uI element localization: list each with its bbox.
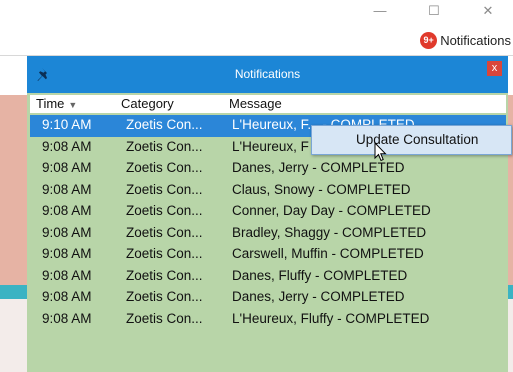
table-row[interactable]: 9:08 AM Zoetis Con... L'Heureux, Fluffy … [30, 309, 506, 331]
column-header-time[interactable]: Time ▼ [36, 96, 77, 111]
cell-category: Zoetis Con... [126, 138, 203, 154]
close-window-button[interactable]: ✕ [475, 2, 501, 20]
cell-category: Zoetis Con... [126, 160, 203, 175]
cell-time: 9:08 AM [42, 160, 92, 175]
background-panel [508, 299, 513, 372]
table-row[interactable]: 9:08 AM Zoetis Con... Danes, Fluffy - CO… [30, 266, 506, 288]
background-panel [508, 95, 513, 285]
context-menu: Update Consultation [311, 125, 512, 155]
close-popup-button[interactable]: x [487, 61, 502, 76]
table-row[interactable]: 9:08 AM Zoetis Con... Carswell, Muffin -… [30, 244, 506, 266]
cell-category: Zoetis Con... [126, 246, 203, 261]
table-row[interactable]: 9:08 AM Zoetis Con... Conner, Day Day - … [30, 201, 506, 223]
cell-time: 9:08 AM [42, 310, 92, 326]
cell-category: Zoetis Con... [126, 203, 203, 218]
maximize-button[interactable]: ☐ [421, 2, 447, 20]
cell-message: Claus, Snowy - COMPLETED [232, 181, 411, 197]
table-row[interactable]: 9:08 AM Zoetis Con... Danes, Jerry - COM… [30, 158, 506, 180]
table-row[interactable]: 9:08 AM Zoetis Con... Bradley, Shaggy - … [30, 223, 506, 245]
background-panel [0, 56, 28, 95]
cell-category: Zoetis Con... [126, 181, 203, 197]
mouse-cursor-icon [374, 142, 387, 162]
app-toolbar: 9+ Notifications [0, 24, 513, 56]
background-panel [0, 95, 27, 285]
window-titlebar: — ☐ ✕ [0, 0, 513, 24]
cell-category: Zoetis Con... [126, 267, 203, 283]
cell-message: L'Heureux, Fluffy - COMPLETED [232, 310, 430, 326]
popup-title: Notifications [234, 67, 301, 81]
cell-time: 9:10 AM [42, 117, 92, 132]
notifications-popup: Notifications x Time ▼ Category Message 9… [27, 56, 508, 372]
cell-message: L'Heureux, F [232, 138, 309, 154]
cell-message: Conner, Day Day - COMPLETED [232, 203, 431, 218]
cell-category: Zoetis Con... [126, 310, 203, 326]
sort-down-icon: ▼ [68, 100, 78, 110]
column-header-category[interactable]: Category [121, 96, 174, 111]
cell-time: 9:08 AM [42, 246, 92, 261]
table-row[interactable]: 9:08 AM Zoetis Con... Danes, Jerry - COM… [30, 287, 506, 309]
notifications-button[interactable]: 9+ Notifications [420, 30, 511, 50]
column-header-row: Time ▼ Category Message [30, 95, 506, 113]
minimize-button[interactable]: — [367, 2, 393, 20]
notification-count-badge: 9+ [420, 31, 438, 49]
cell-time: 9:08 AM [42, 267, 92, 283]
popup-header: Notifications x [27, 56, 508, 93]
background-panel [0, 299, 27, 372]
cell-message: Danes, Fluffy - COMPLETED [232, 267, 408, 283]
cell-time: 9:08 AM [42, 224, 92, 240]
notifications-button-label: Notifications [440, 32, 511, 48]
cell-message: Danes, Jerry - COMPLETED [232, 160, 405, 175]
cell-time: 9:08 AM [42, 203, 92, 218]
cell-message: Carswell, Muffin - COMPLETED [232, 246, 424, 261]
cell-message: Danes, Jerry - COMPLETED [232, 289, 405, 304]
cell-category: Zoetis Con... [126, 224, 203, 240]
cell-message: Bradley, Shaggy - COMPLETED [232, 224, 427, 240]
cell-time: 9:08 AM [42, 289, 92, 304]
cell-category: Zoetis Con... [126, 289, 203, 304]
table-row[interactable]: 9:08 AM Zoetis Con... Claus, Snowy - COM… [30, 180, 506, 202]
cell-time: 9:08 AM [42, 181, 92, 197]
cell-category: Zoetis Con... [126, 117, 203, 132]
cell-time: 9:08 AM [42, 138, 92, 154]
column-header-message[interactable]: Message [229, 96, 282, 111]
